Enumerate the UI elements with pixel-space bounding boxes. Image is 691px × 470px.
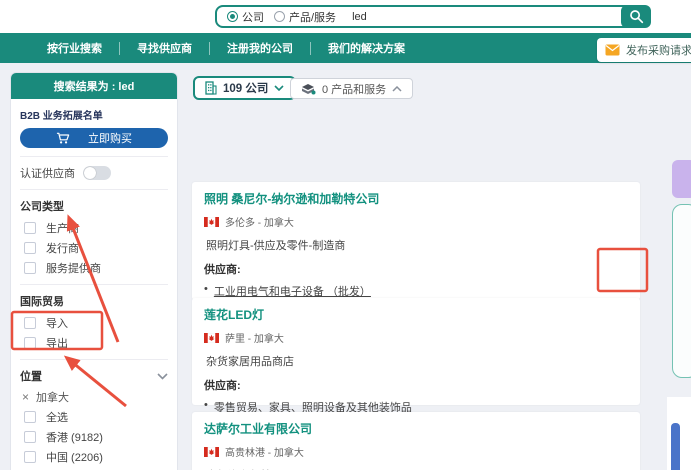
bullet: • xyxy=(204,283,208,295)
publish-request-label: 发布采购请求 xyxy=(626,45,691,57)
company-category: 照明灯具-供应及零件-制造商 xyxy=(206,240,346,252)
b2b-search-page: 公司 产品/服务 按行业搜索 寻找供应商 注册我的公司 我们的解决方案 发 xyxy=(0,0,691,470)
canada-flag-icon xyxy=(204,216,219,227)
checkbox-hongkong[interactable]: 香港 (9182) xyxy=(11,425,177,445)
products-tab-label: 0 产品和服务 xyxy=(322,83,387,96)
company-name-link[interactable]: 照明 桑尼尔-纳尔逊和加勒特公司 xyxy=(204,190,628,207)
canada-flag-icon xyxy=(204,446,219,457)
b2b-list-label: B2B 业务拓展名单 xyxy=(20,111,103,122)
checkbox-export[interactable]: 导出 xyxy=(11,331,177,351)
radio-company-label[interactable]: 公司 xyxy=(242,9,264,25)
search-icon xyxy=(629,10,643,24)
supply-category-link[interactable]: 工业用电气和电子设备 （批发） xyxy=(214,283,371,299)
checkbox-select-all[interactable]: 全选 xyxy=(11,405,177,425)
canada-flag-icon xyxy=(204,332,219,343)
checkbox[interactable] xyxy=(24,242,36,254)
main-nav: 按行业搜索 寻找供应商 注册我的公司 我们的解决方案 发布采购请求 xyxy=(0,33,691,63)
companies-tab-label: 109 公司 xyxy=(223,83,269,95)
products-icon xyxy=(302,83,316,94)
trade-section-title: 国际贸易 xyxy=(20,296,64,308)
verified-supplier-label: 认证供应商 xyxy=(20,168,75,180)
chevron-down-icon xyxy=(274,85,284,91)
checkbox-manufacturer[interactable]: 生产商 xyxy=(11,216,177,236)
nav-find-suppliers[interactable]: 寻找供应商 xyxy=(120,40,209,56)
supplier-label: 供应商: xyxy=(204,264,241,276)
verified-supplier-toggle[interactable] xyxy=(83,166,111,180)
nav-register-company[interactable]: 注册我的公司 xyxy=(210,40,310,56)
cart-icon xyxy=(56,132,70,144)
company-category: 杂货家居用品商店 xyxy=(206,356,294,368)
checkbox-distributor[interactable]: 发行商 xyxy=(11,236,177,256)
search-bar: 公司 产品/服务 xyxy=(215,5,651,28)
selected-location-canada: × 加拿大 xyxy=(11,386,177,405)
radio-company[interactable] xyxy=(227,11,238,22)
envelope-icon xyxy=(605,44,620,56)
checkbox[interactable] xyxy=(24,222,36,234)
checkbox[interactable] xyxy=(24,431,36,443)
chevron-up-icon xyxy=(392,85,402,92)
checkbox[interactable] xyxy=(24,317,36,329)
company-card: 莲花LED灯 萨里 - 加拿大 杂货家居用品商店 供应商: • 零售贸易、家具、… xyxy=(192,298,640,439)
chat-widget[interactable] xyxy=(672,204,691,378)
checkbox[interactable] xyxy=(24,262,36,274)
company-type-section-title: 公司类型 xyxy=(20,201,64,213)
scrollbar-thumb[interactable] xyxy=(671,423,680,470)
search-input[interactable] xyxy=(352,10,649,23)
side-widget-tab[interactable] xyxy=(672,160,691,198)
company-location: 萨里 - 加拿大 xyxy=(225,334,284,345)
selected-location-label: 加拿大 xyxy=(36,392,70,404)
checkbox-service-provider[interactable]: 服务提供商 xyxy=(11,256,177,276)
nav-our-solutions[interactable]: 我们的解决方案 xyxy=(311,40,422,56)
publish-request-button[interactable]: 发布采购请求 xyxy=(597,38,691,62)
search-button[interactable] xyxy=(621,5,651,28)
remove-filter-icon[interactable]: × xyxy=(22,390,29,404)
search-results-header: 搜索结果为 : led xyxy=(11,73,177,99)
products-tab[interactable]: 0 产品和服务 xyxy=(290,78,414,99)
checkbox[interactable] xyxy=(24,337,36,349)
buy-now-label: 立即购买 xyxy=(88,133,132,145)
radio-product-service-label[interactable]: 产品/服务 xyxy=(289,9,336,25)
location-section-title[interactable]: 位置 xyxy=(11,360,177,386)
company-name-link[interactable]: 达萨尔工业有限公司 xyxy=(204,420,628,437)
buy-now-button[interactable]: 立即购买 xyxy=(20,128,168,148)
company-card: 照明 桑尼尔-纳尔逊和加勒特公司 多伦多 - 加拿大 照明灯具-供应及零件-制造… xyxy=(192,182,640,329)
companies-tab[interactable]: 109 公司 xyxy=(193,76,297,100)
filter-sidebar: 搜索结果为 : led B2B 业务拓展名单 立即购买 认证供应商 公司类型 生… xyxy=(10,72,178,470)
chevron-down-icon[interactable] xyxy=(157,372,168,380)
company-location: 多伦多 - 加拿大 xyxy=(225,218,294,229)
checkbox[interactable] xyxy=(24,411,36,423)
company-name-link[interactable]: 莲花LED灯 xyxy=(204,306,628,323)
top-bar: 公司 产品/服务 xyxy=(0,0,691,33)
checkbox[interactable] xyxy=(24,451,36,463)
checkbox-china[interactable]: 中国 (2206) xyxy=(11,445,177,465)
checkbox-import[interactable]: 导入 xyxy=(11,311,177,331)
checkbox-india[interactable]: 印度 (1922) xyxy=(11,465,177,470)
supplier-label: 供应商: xyxy=(204,380,241,392)
company-location: 高贵林港 - 加拿大 xyxy=(225,448,304,459)
building-icon xyxy=(205,81,217,95)
nav-search-by-industry[interactable]: 按行业搜索 xyxy=(30,40,119,56)
company-card: 达萨尔工业有限公司 高贵林港 - 加拿大 电灯泡和灯管 xyxy=(192,412,640,470)
radio-product-service[interactable] xyxy=(274,11,285,22)
